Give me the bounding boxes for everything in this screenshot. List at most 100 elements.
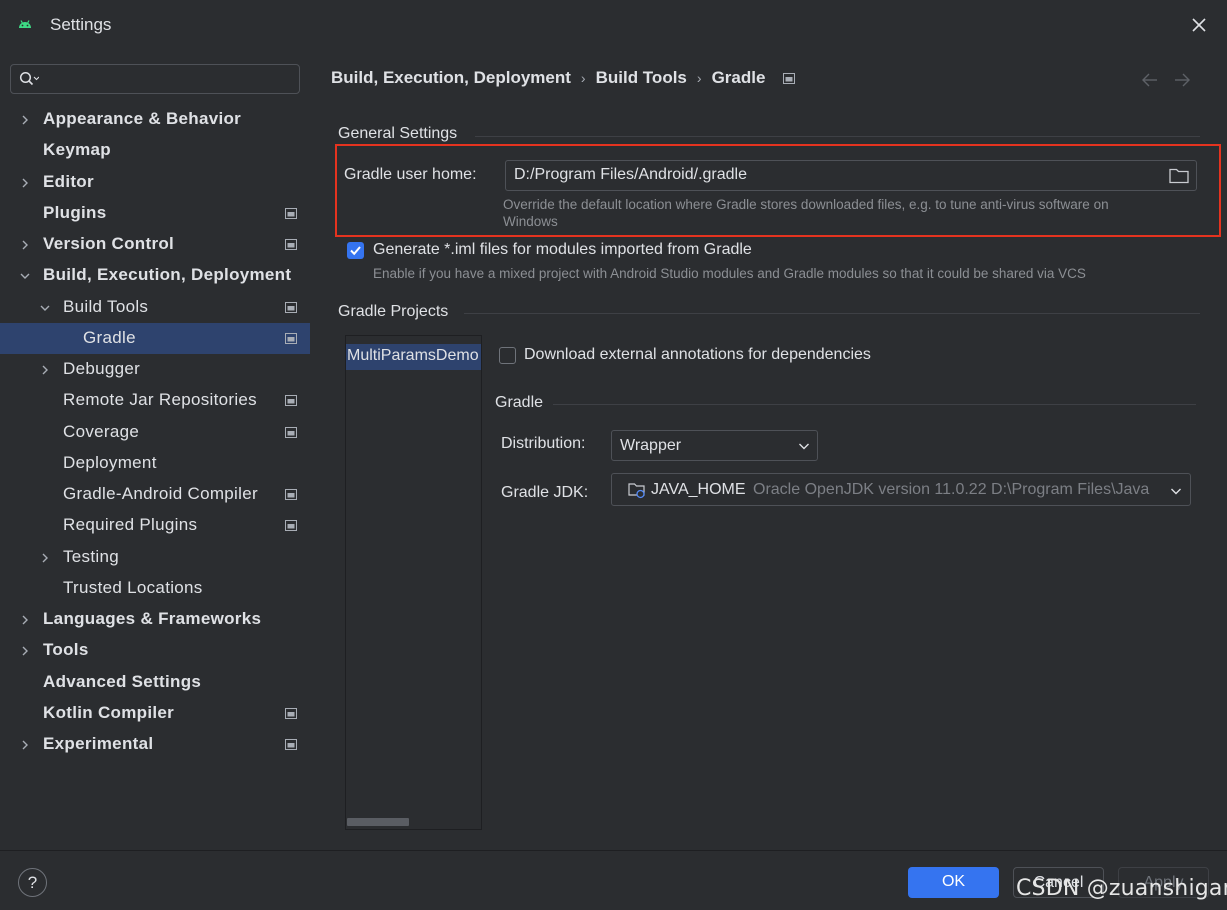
generate-iml-label[interactable]: Generate *.iml files for modules importe…	[373, 241, 752, 259]
search-icon	[19, 71, 39, 86]
sidebar-item-label: Testing	[63, 546, 119, 566]
sidebar-item[interactable]: Coverage	[0, 417, 310, 448]
project-level-icon	[285, 395, 297, 407]
gradle-jdk-select[interactable]: JAVA_HOME Oracle OpenJDK version 11.0.22…	[611, 473, 1191, 506]
chevron-right-icon[interactable]	[19, 645, 31, 657]
sidebar-item[interactable]: Experimental	[0, 729, 310, 760]
sidebar-item[interactable]: Debugger	[0, 354, 310, 385]
sidebar-item[interactable]: Keymap	[0, 135, 310, 166]
distribution-select[interactable]: Wrapper	[611, 430, 818, 461]
section-divider	[475, 136, 1200, 137]
sidebar-item-label: Experimental	[43, 734, 154, 753]
section-divider	[553, 404, 1196, 405]
download-annotations-label[interactable]: Download external annotations for depend…	[524, 346, 871, 364]
sidebar-item[interactable]: Version Control	[0, 229, 310, 260]
sidebar-item-label: Deployment	[63, 452, 157, 472]
sidebar-item-label: Gradle	[83, 327, 136, 347]
gradle-subsection-title: Gradle	[495, 394, 544, 411]
sidebar-item-label: Tools	[43, 640, 89, 660]
section-divider	[464, 313, 1200, 314]
sidebar-item-label: Coverage	[63, 421, 140, 441]
sidebar-item[interactable]: Remote Jar Repositories	[0, 385, 310, 416]
gradle-jdk-label: Gradle JDK:	[501, 484, 589, 501]
sidebar-item[interactable]: Gradle	[0, 322, 310, 354]
sidebar-item[interactable]: Plugins	[0, 198, 310, 229]
sidebar-item[interactable]: Advanced Settings	[0, 667, 310, 698]
sidebar-item-label: Advanced Settings	[43, 671, 202, 691]
chevron-right-icon[interactable]	[19, 239, 31, 251]
sidebar-item[interactable]: Required Plugins	[0, 510, 310, 541]
sidebar-item-label: Trusted Locations	[63, 577, 203, 597]
general-settings-title: General Settings	[338, 125, 458, 142]
distribution-value: Wrapper	[620, 437, 682, 454]
chevron-right-icon: ›	[696, 70, 702, 86]
title-bar: Settings	[0, 0, 1227, 50]
breadcrumb: Build, Execution, Deployment › Build Too…	[331, 68, 796, 88]
chevron-right-icon: ›	[580, 70, 586, 86]
sidebar-item-label: Plugins	[43, 202, 107, 222]
chevron-down-icon[interactable]	[39, 302, 51, 314]
search-input[interactable]	[10, 64, 300, 94]
sidebar-item-label: Build, Execution, Deployment	[43, 265, 292, 285]
sidebar-item-label: Gradle-Android Compiler	[63, 484, 258, 503]
gradle-user-home-label: Gradle user home:	[344, 166, 477, 183]
forward-arrow-icon[interactable]	[1173, 72, 1191, 88]
chevron-right-icon[interactable]	[19, 114, 31, 126]
sidebar-item-label: Editor	[43, 171, 94, 191]
sidebar-item-label: Languages & Frameworks	[43, 609, 262, 628]
sidebar-item[interactable]: Build, Execution, Deployment	[0, 260, 310, 291]
breadcrumb-item[interactable]: Build, Execution, Deployment	[331, 68, 571, 88]
folder-icon[interactable]	[1169, 167, 1189, 184]
gradle-projects-list[interactable]: MultiParamsDemo	[345, 335, 482, 830]
settings-sidebar: Appearance & Behavior Keymap Editor Plugins…	[0, 50, 310, 850]
sidebar-item[interactable]: Deployment	[0, 448, 310, 479]
chevron-down-icon[interactable]	[19, 270, 31, 282]
chevron-right-icon[interactable]	[19, 614, 31, 626]
android-icon	[19, 20, 31, 28]
project-level-icon	[285, 239, 297, 250]
chevron-down-icon	[1171, 488, 1181, 495]
chevron-right-icon[interactable]	[19, 177, 31, 189]
jdk-folder-icon	[628, 483, 645, 499]
sidebar-item[interactable]: Trusted Locations	[0, 573, 310, 604]
watermark: CSDN @zuanshigan	[1016, 876, 1227, 901]
sidebar-item[interactable]: Kotlin Compiler	[0, 698, 310, 729]
sidebar-item[interactable]: Tools	[0, 635, 310, 666]
breadcrumb-item[interactable]: Build Tools	[596, 68, 687, 88]
list-item[interactable]: MultiParamsDemo	[346, 344, 481, 370]
download-annotations-checkbox[interactable]	[499, 347, 516, 364]
ok-button[interactable]: OK	[908, 867, 999, 898]
project-level-icon	[783, 72, 796, 84]
chevron-right-icon[interactable]	[19, 739, 31, 751]
sidebar-item[interactable]: Gradle-Android Compiler	[0, 479, 310, 510]
generate-iml-checkbox[interactable]	[347, 242, 364, 259]
horizontal-scrollbar[interactable]	[347, 818, 409, 826]
help-button[interactable]: ?	[18, 868, 47, 897]
window-title: Settings	[50, 15, 112, 34]
close-icon[interactable]	[1188, 14, 1210, 36]
chevron-right-icon[interactable]	[39, 364, 51, 376]
sidebar-item-label: Build Tools	[63, 296, 149, 316]
sidebar-item[interactable]: Languages & Frameworks	[0, 604, 310, 635]
sidebar-item-label: Keymap	[43, 140, 111, 160]
gradle-jdk-name: JAVA_HOME	[651, 481, 746, 498]
sidebar-item-label: Remote Jar Repositories	[63, 390, 257, 410]
sidebar-item[interactable]: Editor	[0, 167, 310, 198]
checkmark-icon	[350, 246, 361, 256]
back-arrow-icon[interactable]	[1141, 72, 1159, 88]
sidebar-item-label: Version Control	[43, 234, 175, 253]
project-level-icon	[285, 426, 297, 438]
project-level-icon	[285, 301, 297, 313]
sidebar-item[interactable]: Appearance & Behavior	[0, 104, 310, 135]
chevron-down-icon	[799, 443, 809, 450]
gradle-user-home-field[interactable]: D:/Program Files/Android/.gradle	[505, 160, 1197, 191]
project-level-icon	[285, 489, 297, 500]
sidebar-item-label: Required Plugins	[63, 515, 198, 535]
project-level-icon	[285, 739, 297, 750]
sidebar-item[interactable]: Testing	[0, 542, 310, 573]
breadcrumb-item: Gradle	[711, 68, 766, 87]
gradle-jdk-detail: Oracle OpenJDK version 11.0.22 D:\Progra…	[753, 481, 1150, 498]
sidebar-item[interactable]: Build Tools	[0, 292, 310, 323]
chevron-right-icon[interactable]	[39, 552, 51, 564]
gradle-user-home-hint: Override the default location where Grad…	[503, 197, 1109, 229]
